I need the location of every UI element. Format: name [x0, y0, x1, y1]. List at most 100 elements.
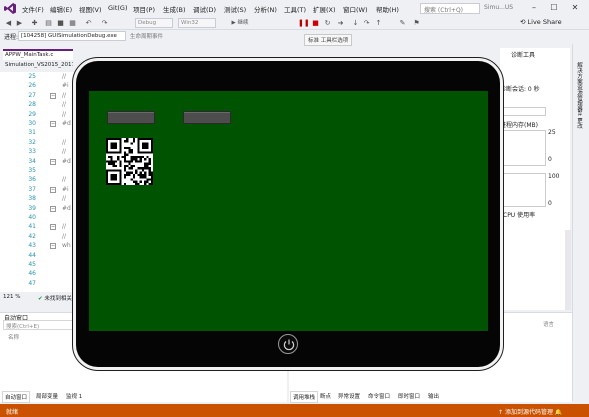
- lifecycle-events-button[interactable]: 生命周期事件: [130, 32, 163, 40]
- fold-toggle-icon[interactable]: −: [50, 158, 56, 165]
- fold-toggle-icon[interactable]: −: [50, 205, 56, 212]
- cpu-min: 0: [548, 200, 552, 207]
- step-over-icon[interactable]: ↷: [362, 19, 371, 28]
- pause-icon[interactable]: ❚❚: [298, 19, 310, 28]
- code-line: //: [62, 101, 67, 109]
- simulator-button-2[interactable]: [183, 111, 231, 124]
- maximize-icon[interactable]: ☐: [548, 2, 560, 14]
- session-label: 诊断会话: 0 秒: [500, 86, 540, 93]
- redo-icon[interactable]: ↷: [100, 19, 109, 28]
- code-line: //: [62, 91, 67, 99]
- line-number: 37: [28, 185, 36, 193]
- code-line: #i: [62, 82, 69, 90]
- breakpoint-toggle-icon[interactable]: ✎: [398, 19, 407, 28]
- name-column-header: 名称: [8, 335, 20, 341]
- tab-locals[interactable]: 局部变量: [34, 391, 60, 401]
- menu-item[interactable]: 生成(B): [163, 4, 186, 14]
- search-input[interactable]: 搜索 (Ctrl+Q): [420, 3, 480, 14]
- show-next-statement-icon[interactable]: ➜: [336, 19, 345, 28]
- menu-item[interactable]: 项目(P): [133, 4, 155, 14]
- vertical-tab-git-changes[interactable]: Git 更改: [575, 108, 583, 129]
- tab-output[interactable]: 输出: [426, 391, 441, 401]
- line-number: 38: [28, 195, 36, 203]
- memory-graph: [500, 130, 546, 166]
- bell-icon: 🔔: [552, 409, 563, 416]
- stop-icon[interactable]: ■: [311, 19, 320, 28]
- line-number: 42: [28, 232, 36, 240]
- menu-item[interactable]: 窗口(W): [343, 4, 368, 14]
- add-to-source-control-button[interactable]: ↑ 添加到源代码管理 🔔: [498, 407, 562, 416]
- restart-icon[interactable]: ↻: [323, 19, 332, 28]
- line-number: 27: [28, 91, 36, 99]
- menu-item[interactable]: 帮助(H): [376, 4, 399, 14]
- fold-toggle-icon[interactable]: −: [50, 224, 56, 231]
- live-share-button[interactable]: ⟲ Live Share: [520, 18, 562, 26]
- fold-toggle-icon[interactable]: −: [50, 243, 56, 250]
- process-combo[interactable]: [104258] GUISimulationDebug.exe: [18, 31, 126, 41]
- fold-toggle-icon[interactable]: −: [50, 186, 56, 193]
- fold-toggle-icon[interactable]: −: [50, 92, 56, 99]
- menu-item[interactable]: 工具(T): [284, 4, 306, 14]
- tab-exception-settings[interactable]: 异常设置: [336, 391, 362, 401]
- memory-label: 进程内存(MB): [500, 122, 538, 129]
- continue-button[interactable]: ▶ 继续: [228, 19, 252, 28]
- forward-icon[interactable]: ▶: [15, 19, 24, 28]
- new-project-icon[interactable]: ✚: [30, 19, 39, 28]
- code-line: //: [62, 176, 67, 184]
- line-number: 32: [28, 138, 36, 146]
- cpu-usage-label: CPU 使用率: [503, 212, 536, 219]
- line-number: 33: [28, 148, 36, 156]
- line-number: 45: [28, 261, 36, 268]
- tab-call-stack[interactable]: 调用堆栈: [290, 391, 319, 403]
- arrow-up-icon: ↑: [498, 409, 505, 416]
- menu-item[interactable]: 测试(S): [224, 4, 246, 14]
- save-all-icon[interactable]: ▦: [68, 19, 77, 28]
- simulator-button-1[interactable]: [107, 111, 155, 124]
- source-control-label: 添加到源代码管理: [504, 409, 553, 416]
- tab-command-window[interactable]: 命令窗口: [366, 391, 392, 401]
- tab-immediate-window[interactable]: 即时窗口: [396, 391, 422, 401]
- back-icon[interactable]: ◀: [4, 19, 13, 28]
- menu-item[interactable]: 视图(V): [79, 4, 102, 14]
- menu-item[interactable]: 编辑(E): [50, 4, 72, 14]
- bookmark-icon[interactable]: ⚑: [412, 19, 421, 28]
- open-file-icon[interactable]: ▤: [44, 19, 53, 28]
- status-ready: 就绪: [6, 409, 19, 416]
- close-icon[interactable]: ✕: [569, 2, 581, 14]
- menu-item[interactable]: 扩展(X): [313, 4, 336, 14]
- code-line: #d: [62, 204, 71, 212]
- zoom-level[interactable]: 121 %: [3, 294, 20, 300]
- line-number: 30: [28, 120, 36, 127]
- line-number: 25: [28, 73, 36, 80]
- fold-toggle-icon[interactable]: −: [50, 121, 56, 127]
- home-button[interactable]: [278, 334, 298, 354]
- line-number: 40: [28, 214, 36, 221]
- menu-item[interactable]: 调试(D): [193, 4, 216, 14]
- code-editor[interactable]: [0, 72, 80, 292]
- line-number: 26: [28, 82, 36, 90]
- undo-icon[interactable]: ↶: [84, 19, 93, 28]
- cpu-graph: [500, 173, 546, 207]
- vertical-tab-solution-explorer[interactable]: 解决方案资源管理器: [575, 62, 583, 112]
- project-navigation-combo[interactable]: Simulation_VS2015_2017: [3, 61, 73, 71]
- code-line: //: [62, 73, 67, 80]
- line-number: 29: [28, 110, 36, 118]
- minimize-icon[interactable]: –: [528, 2, 540, 14]
- solution-config-combo[interactable]: Debug: [135, 18, 173, 28]
- menu-item[interactable]: Git(G): [108, 4, 128, 12]
- simulator-screen[interactable]: [89, 91, 488, 331]
- code-line: //: [62, 148, 67, 156]
- cpu-max: 100: [548, 173, 560, 180]
- save-icon[interactable]: ■: [56, 19, 65, 28]
- solution-platform-combo[interactable]: Win32: [178, 18, 216, 28]
- tab-breakpoints[interactable]: 断点: [318, 391, 333, 401]
- menu-item[interactable]: 分析(N): [254, 4, 277, 14]
- menu-item[interactable]: 文件(F): [22, 4, 44, 14]
- document-tab[interactable]: APPW_MainTask.c: [3, 49, 73, 60]
- live-share-icon: ⟲: [520, 18, 528, 26]
- step-into-icon[interactable]: ↓: [351, 19, 360, 28]
- step-out-icon[interactable]: ↑: [374, 19, 383, 28]
- right-panel-scrollbar[interactable]: [565, 230, 571, 310]
- tab-autos[interactable]: 自动窗口: [2, 391, 31, 403]
- tab-watch-1[interactable]: 监视 1: [64, 391, 84, 401]
